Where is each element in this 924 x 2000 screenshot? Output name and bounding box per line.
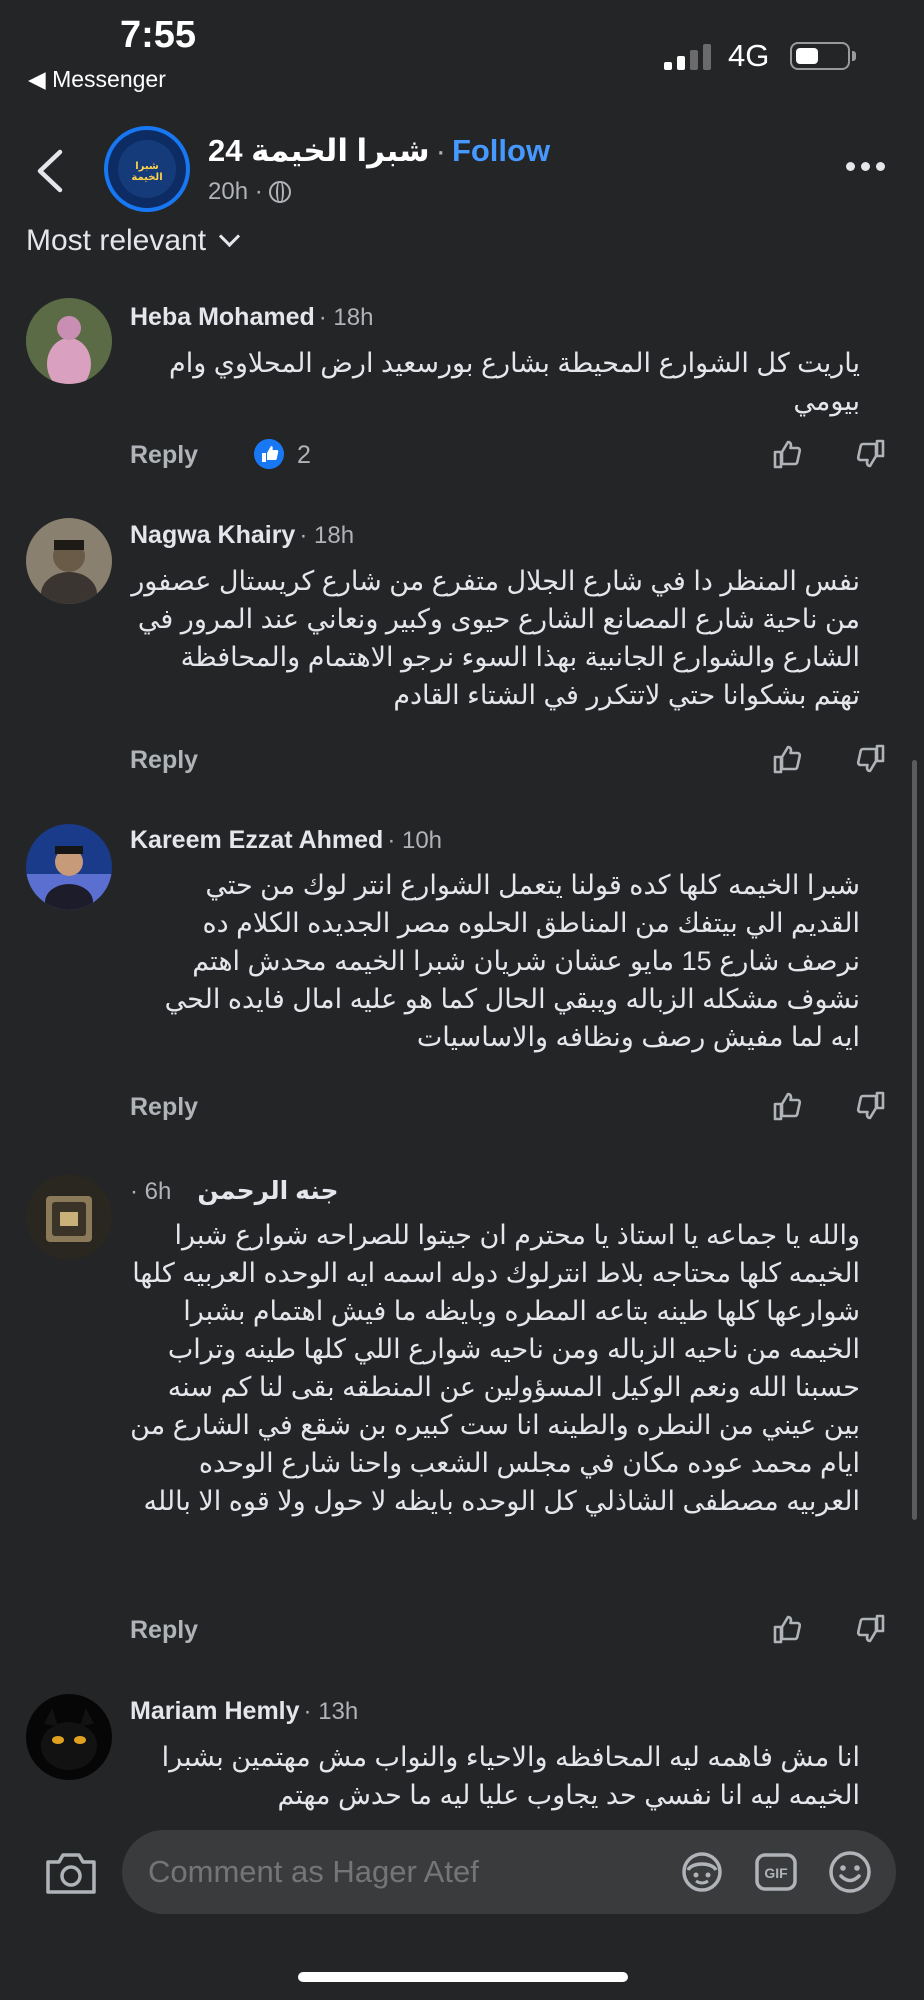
emoji-icon[interactable]: [828, 1850, 872, 1894]
avatar[interactable]: [26, 298, 112, 384]
thumbs-up-icon[interactable]: [770, 742, 804, 776]
avatar[interactable]: [26, 1694, 112, 1780]
avatar[interactable]: [26, 518, 112, 604]
back-to-messenger[interactable]: ◀ Messenger: [28, 66, 166, 93]
reply-button[interactable]: Reply: [130, 746, 198, 775]
thumbs-up-icon[interactable]: [770, 1089, 804, 1123]
avatar[interactable]: [26, 1174, 112, 1260]
comment-time: 6h ·: [130, 1178, 172, 1205]
comment-author[interactable]: Kareem Ezzat Ahmed · 10h: [130, 826, 442, 855]
globe-icon: [268, 181, 291, 203]
more-icon[interactable]: [846, 158, 894, 172]
comment-text: ياريت كل الشوارع المحيطة بشارع بورسعيد ا…: [168, 348, 860, 416]
comment-author[interactable]: Mariam Hemly · 13h: [130, 1697, 358, 1726]
reply-button[interactable]: Reply: [130, 1616, 198, 1645]
page-title-row: شبرا الخيمة 24 · Follow: [208, 133, 550, 169]
battery-icon: [790, 42, 850, 70]
battery-tip: [852, 51, 856, 61]
comment-text: شبرا الخيمه كلها كده قولنا يتعمل الشوارع…: [164, 870, 860, 1052]
comment-time: · 10h: [387, 827, 443, 854]
follow-button[interactable]: Follow: [452, 133, 550, 168]
thumbs-down-icon[interactable]: [854, 1089, 888, 1123]
thumbs-down-icon[interactable]: [854, 742, 888, 776]
page-name[interactable]: شبرا الخيمة 24: [208, 133, 430, 168]
comment-time: · 13h: [303, 1698, 359, 1725]
comment-text: انا مش فاهمه ليه المحافظه والاحياء والنو…: [161, 1742, 860, 1810]
comment-author[interactable]: جنه الرحمن6h ·: [130, 1176, 339, 1206]
chevron-left-icon[interactable]: [34, 148, 66, 194]
page-avatar-text: شبرا الخيمة: [131, 161, 163, 183]
reply-button[interactable]: Reply: [130, 1093, 198, 1122]
post-age: 20h ·: [208, 178, 263, 205]
chevron-down-icon: [218, 225, 241, 248]
avatar[interactable]: [26, 824, 112, 910]
sort-label: Most relevant: [26, 224, 207, 257]
comment-time: · 18h: [318, 304, 374, 331]
like-reaction-icon: [254, 439, 284, 469]
comment-text: والله يا جماعه يا استاذ يا محترم ان جيتو…: [130, 1220, 860, 1516]
thumbs-down-icon[interactable]: [854, 437, 888, 471]
like-count: 2: [297, 441, 311, 469]
svg-text:GIF: GIF: [764, 1865, 788, 1881]
page-avatar[interactable]: شبرا الخيمة: [104, 126, 190, 212]
comment-text: نفس المنظر دا في شارع الجلال متفرع من شا…: [131, 566, 860, 710]
reply-button[interactable]: Reply: [130, 441, 198, 470]
title-separator: ·: [435, 133, 446, 168]
post-meta: 20h ·: [208, 178, 291, 206]
comment-author[interactable]: Nagwa Khairy · 18h: [130, 521, 354, 550]
scrollbar[interactable]: [912, 760, 917, 1520]
cellular-signal-icon: [664, 44, 711, 70]
comment-time: · 18h: [299, 522, 355, 549]
thumbs-up-icon[interactable]: [770, 437, 804, 471]
thumbs-down-icon[interactable]: [854, 1612, 888, 1646]
comment-author[interactable]: Heba Mohamed · 18h: [130, 303, 373, 332]
avatar-sticker-icon[interactable]: [680, 1850, 724, 1894]
camera-icon[interactable]: [44, 1850, 98, 1896]
gif-icon[interactable]: GIF: [754, 1850, 798, 1894]
status-time: 7:55: [120, 14, 197, 56]
thumbs-up-icon[interactable]: [770, 1612, 804, 1646]
home-indicator: [298, 1972, 628, 1982]
network-type: 4G: [728, 38, 770, 73]
sort-dropdown[interactable]: Most relevant: [26, 224, 241, 258]
